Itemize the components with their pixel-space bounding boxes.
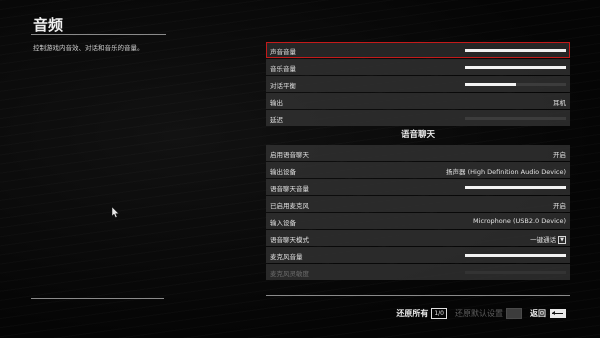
- setting-row-mic-sensitivity: 麦克风灵敏度: [266, 264, 570, 280]
- sound-volume-slider[interactable]: [465, 49, 566, 52]
- setting-row-sound-volume[interactable]: 声音音量: [266, 42, 570, 58]
- mic-volume-slider[interactable]: [465, 254, 566, 257]
- page-title: 音频: [33, 16, 64, 34]
- setting-value: 一键通话: [530, 236, 557, 244]
- setting-value: 开启: [553, 202, 566, 210]
- reset-all-label: 还原所有: [396, 308, 429, 318]
- title-divider: [31, 34, 166, 35]
- setting-label: 音乐音量: [270, 65, 296, 73]
- setting-label: 输出设备: [270, 168, 296, 176]
- dialogue-balance-slider[interactable]: [465, 83, 566, 86]
- settings-panel: 声音音量 音乐音量 对话平衡 输出 耳机 延迟 语音聊天 启用语音聊天 开启 输…: [266, 42, 570, 281]
- setting-row-enable-voice-chat[interactable]: 启用语音聊天 开启: [266, 145, 570, 161]
- panel-bottom-divider: [266, 295, 570, 296]
- reset-all-key: 1/0: [431, 307, 447, 319]
- setting-label: 麦克风灵敏度: [270, 270, 309, 278]
- music-volume-slider[interactable]: [465, 66, 566, 69]
- setting-row-input-device[interactable]: 输入设备 Microphone (USB2.0 Device): [266, 213, 570, 229]
- back-button[interactable]: 返回: [530, 308, 566, 319]
- setting-value: Microphone (USB2.0 Device): [473, 217, 566, 225]
- voice-chat-heading: 语音聊天: [400, 130, 435, 140]
- setting-row-latency[interactable]: 延迟: [266, 110, 570, 126]
- setting-label: 延迟: [270, 116, 283, 124]
- reset-default-button: 还原默认设置: [455, 307, 522, 319]
- footer-actions: 还原所有 1/0 还原默认设置 返回: [388, 306, 566, 320]
- setting-label: 语音聊天音量: [270, 185, 309, 193]
- page-description: 控制游戏内音效、对话和音乐的音量。: [33, 44, 144, 52]
- setting-value: 扬声器 (High Definition Audio Device): [446, 168, 566, 176]
- setting-row-voice-chat-mode[interactable]: 语音聊天模式 一键通话 ▼: [266, 230, 570, 246]
- setting-label: 声音音量: [270, 48, 296, 56]
- setting-label: 输入设备: [270, 219, 296, 227]
- setting-row-output[interactable]: 输出 耳机: [266, 93, 570, 109]
- mic-sensitivity-slider: [465, 271, 566, 274]
- voice-chat-volume-slider[interactable]: [465, 186, 566, 189]
- back-label: 返回: [530, 308, 546, 318]
- setting-label: 启用语音聊天: [270, 151, 309, 159]
- setting-value-with-key: 一键通话 ▼: [530, 234, 566, 244]
- setting-row-microphone-enabled[interactable]: 已启用麦克风 开启: [266, 196, 570, 212]
- latency-slider[interactable]: [465, 117, 566, 120]
- setting-row-mic-volume[interactable]: 麦克风音量: [266, 247, 570, 263]
- setting-row-music-volume[interactable]: 音乐音量: [266, 59, 570, 75]
- back-arrow-icon: [550, 308, 566, 318]
- setting-row-dialogue-balance[interactable]: 对话平衡: [266, 76, 570, 92]
- reset-default-key: [506, 307, 522, 319]
- setting-row-output-device[interactable]: 输出设备 扬声器 (High Definition Audio Device): [266, 162, 570, 178]
- setting-row-voice-chat-volume[interactable]: 语音聊天音量: [266, 179, 570, 195]
- setting-label: 麦克风音量: [270, 253, 303, 261]
- left-bottom-divider: [31, 298, 164, 299]
- setting-label: 已启用麦克风: [270, 202, 309, 210]
- reset-all-button[interactable]: 还原所有 1/0: [396, 307, 447, 319]
- setting-label: 语音聊天模式: [270, 236, 309, 244]
- setting-label: 输出: [270, 99, 283, 107]
- push-to-talk-key: ▼: [558, 236, 566, 244]
- setting-value: 开启: [553, 151, 566, 159]
- setting-label: 对话平衡: [270, 82, 296, 90]
- reset-default-label: 还原默认设置: [455, 308, 503, 318]
- setting-value: 耳机: [553, 99, 566, 107]
